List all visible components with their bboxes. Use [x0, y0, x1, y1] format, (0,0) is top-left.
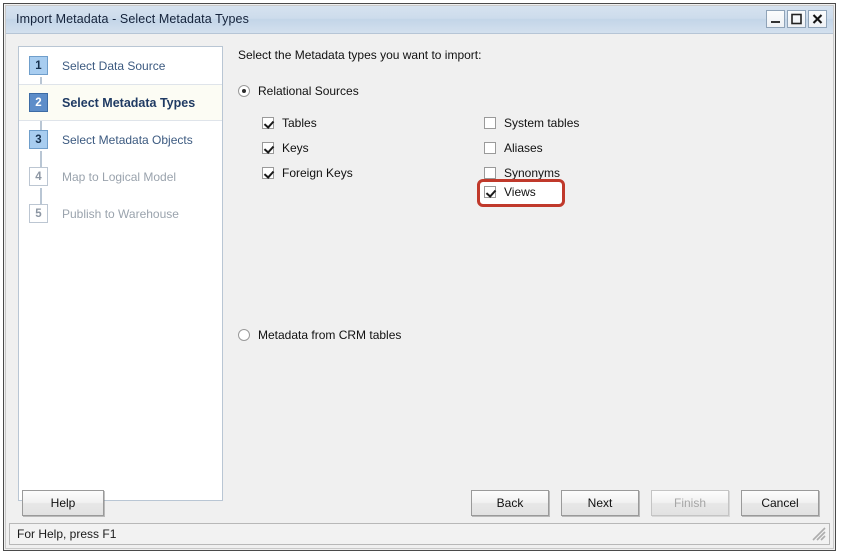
wizard-navigation-buttons: Back Next Finish Cancel [471, 490, 819, 516]
maximize-button[interactable] [787, 10, 806, 28]
checkbox-aliases[interactable]: Aliases [484, 135, 579, 160]
wizard-step-5[interactable]: 5 Publish to Warehouse [19, 195, 222, 232]
checkbox-column-left: Tables Keys Foreign Keys [262, 110, 353, 185]
radio-metadata-from-crm-tables-indicator [238, 329, 250, 341]
instruction-text: Select the Metadata types you want to im… [238, 48, 482, 62]
checkbox-system-tables-label: System tables [504, 115, 580, 130]
checkbox-views[interactable]: Views [484, 185, 536, 199]
next-button[interactable]: Next [561, 490, 639, 516]
application-window: Import Metadata - Select Metadata Types [3, 3, 836, 551]
checkbox-tables[interactable]: Tables [262, 110, 353, 135]
status-bar: For Help, press F1 [9, 523, 830, 545]
cancel-button[interactable]: Cancel [741, 490, 819, 516]
checkbox-system-tables-box [484, 116, 496, 129]
resize-grip-icon[interactable] [812, 527, 826, 541]
minimize-button[interactable] [766, 10, 785, 28]
main-options-pane: Select the Metadata types you want to im… [238, 48, 819, 488]
wizard-step-2[interactable]: 2 Select Metadata Types [19, 84, 222, 121]
step-badge-3: 3 [29, 130, 48, 149]
step-label-4: Map to Logical Model [62, 169, 177, 184]
window-inner-frame: Import Metadata - Select Metadata Types [5, 5, 834, 549]
checkbox-foreign-keys-label: Foreign Keys [282, 165, 353, 180]
close-button[interactable] [808, 10, 827, 28]
maximize-icon [791, 13, 802, 25]
checkbox-keys-label: Keys [282, 140, 309, 155]
finish-button: Finish [651, 490, 729, 516]
checkbox-tables-label: Tables [282, 115, 317, 130]
status-bar-text: For Help, press F1 [17, 527, 117, 541]
checkbox-system-tables[interactable]: System tables [484, 110, 579, 135]
back-button[interactable]: Back [471, 490, 549, 516]
wizard-step-1[interactable]: 1 Select Data Source [19, 47, 222, 84]
window-controls [766, 10, 827, 28]
step-badge-4: 4 [29, 167, 48, 186]
close-icon [812, 14, 823, 24]
wizard-step-4[interactable]: 4 Map to Logical Model [19, 158, 222, 195]
checkbox-keys-box [262, 141, 274, 154]
title-bar[interactable]: Import Metadata - Select Metadata Types [6, 6, 833, 34]
checkbox-synonyms-box [484, 166, 496, 179]
step-label-1: Select Data Source [62, 58, 166, 73]
minimize-icon [771, 21, 780, 23]
checkbox-aliases-label: Aliases [504, 140, 543, 155]
step-badge-5: 5 [29, 204, 48, 223]
checkbox-aliases-box [484, 141, 496, 154]
checkbox-views-box [484, 186, 496, 198]
step-badge-1: 1 [29, 56, 48, 75]
checkbox-tables-box [262, 116, 274, 129]
metadata-type-checkbox-grid: Tables Keys Foreign Keys System tables A… [262, 110, 682, 210]
radio-relational-sources[interactable]: Relational Sources [238, 84, 819, 98]
radio-metadata-from-crm-tables[interactable]: Metadata from CRM tables [238, 328, 819, 342]
help-button[interactable]: Help [22, 490, 104, 516]
checkbox-keys[interactable]: Keys [262, 135, 353, 160]
radio-relational-sources-label: Relational Sources [258, 84, 359, 98]
checkbox-foreign-keys-box [262, 166, 274, 179]
checkbox-views-label: Views [504, 185, 536, 199]
checkbox-synonyms-label: Synonyms [504, 165, 561, 180]
step-label-2: Select Metadata Types [62, 95, 196, 110]
step-label-5: Publish to Warehouse [62, 206, 179, 221]
window-title: Import Metadata - Select Metadata Types [16, 12, 249, 26]
radio-metadata-from-crm-tables-label: Metadata from CRM tables [258, 328, 402, 342]
radio-relational-sources-indicator [238, 85, 250, 97]
checkbox-foreign-keys[interactable]: Foreign Keys [262, 160, 353, 185]
wizard-steps-panel: 1 Select Data Source 2 Select Metadata T… [18, 46, 223, 501]
wizard-step-3[interactable]: 3 Select Metadata Objects [19, 121, 222, 158]
dialog-content: 1 Select Data Source 2 Select Metadata T… [6, 34, 833, 548]
step-badge-2: 2 [29, 93, 48, 112]
checkbox-column-right: System tables Aliases Synonyms Views [477, 110, 579, 207]
step-label-3: Select Metadata Objects [62, 132, 193, 147]
